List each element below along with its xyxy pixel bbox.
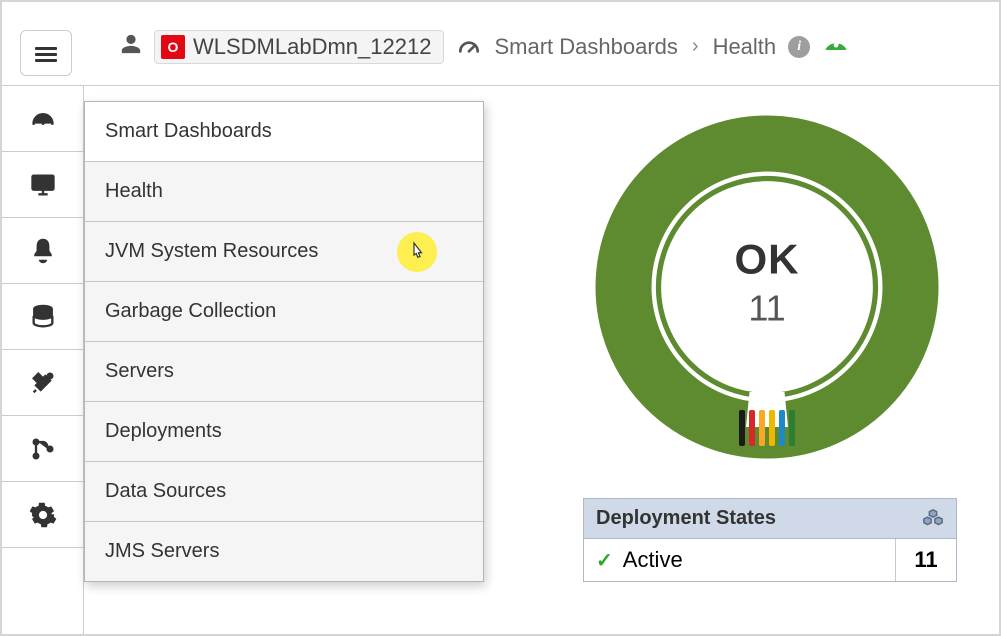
spark-6 — [789, 410, 795, 446]
spark-2 — [749, 410, 755, 446]
top-bar: O WLSDMLabDmn_12212 Smart Dashboards › H… — [2, 2, 999, 86]
spark-1 — [739, 410, 745, 446]
breadcrumb-section[interactable]: Smart Dashboards — [494, 34, 677, 60]
domain-name: WLSDMLabDmn_12212 — [193, 34, 431, 60]
flyout-item-servers[interactable]: Servers — [85, 342, 483, 402]
domain-chip[interactable]: O WLSDMLabDmn_12212 — [154, 30, 444, 64]
deployment-row-label: Active — [623, 547, 683, 573]
user-icon — [120, 33, 142, 61]
donut-center: OK 11 — [735, 235, 800, 329]
spark-legend — [739, 410, 795, 446]
gauge-icon — [456, 33, 482, 60]
nav-monitor[interactable] — [2, 152, 83, 218]
nav-tools[interactable] — [2, 350, 83, 416]
nav-dashboards[interactable] — [2, 86, 83, 152]
check-icon: ✓ — [596, 548, 613, 573]
flyout-item-label: JMS Servers — [105, 540, 219, 562]
smart-dashboards-flyout: Smart Dashboards Health JVM System Resou… — [84, 101, 484, 582]
flyout-item-jms-servers[interactable]: JMS Servers — [85, 522, 483, 581]
nav-alerts[interactable] — [2, 218, 83, 284]
hamburger-icon — [35, 44, 57, 62]
oracle-icon: O — [161, 35, 185, 59]
spark-4 — [769, 410, 775, 446]
health-gauge-icon[interactable] — [822, 30, 850, 64]
flyout-item-deployments[interactable]: Deployments — [85, 402, 483, 462]
info-icon[interactable]: i — [788, 36, 810, 58]
chevron-right-icon: › — [690, 35, 701, 58]
flyout-item-label: Deployments — [105, 420, 222, 442]
flyout-item-label: Health — [105, 180, 163, 202]
deployment-row-value: 11 — [896, 539, 956, 581]
flyout-item-label: Servers — [105, 360, 174, 382]
spark-5 — [779, 410, 785, 446]
flyout-item-health[interactable]: Health — [85, 162, 483, 222]
flyout-item-jvm-system-resources[interactable]: JVM System Resources — [85, 222, 483, 282]
deployment-states-header: Deployment States — [584, 499, 956, 539]
deployment-states-panel: Deployment States ✓ Active 11 — [583, 498, 957, 582]
health-donut-chart: OK 11 — [592, 112, 942, 462]
hamburger-menu-button[interactable] — [20, 30, 72, 76]
spark-3 — [759, 410, 765, 446]
cubes-icon[interactable] — [922, 508, 944, 530]
donut-count: 11 — [735, 287, 800, 329]
flyout-item-garbage-collection[interactable]: Garbage Collection — [85, 282, 483, 342]
nav-settings[interactable] — [2, 482, 83, 548]
breadcrumb-page: Health — [713, 34, 777, 60]
flyout-item-label: Garbage Collection — [105, 300, 276, 322]
flyout-title: Smart Dashboards — [85, 102, 483, 162]
breadcrumb: O WLSDMLabDmn_12212 Smart Dashboards › H… — [120, 30, 850, 64]
donut-status-label: OK — [735, 235, 800, 283]
cursor-pointer-icon — [397, 232, 437, 272]
nav-branches[interactable] — [2, 416, 83, 482]
deployment-states-title: Deployment States — [596, 507, 776, 530]
flyout-item-data-sources[interactable]: Data Sources — [85, 462, 483, 522]
nav-database[interactable] — [2, 284, 83, 350]
flyout-item-label: Data Sources — [105, 480, 226, 502]
deployment-row[interactable]: ✓ Active 11 — [584, 539, 956, 581]
flyout-item-label: JVM System Resources — [105, 240, 318, 262]
deployment-row-label-cell: ✓ Active — [584, 539, 896, 581]
left-nav-rail — [2, 86, 84, 634]
